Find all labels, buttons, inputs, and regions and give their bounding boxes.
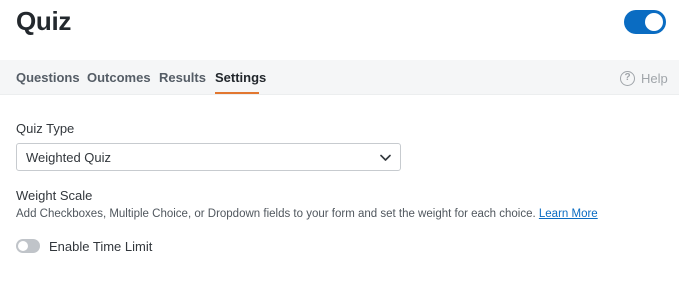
weight-scale-description: Add Checkboxes, Multiple Choice, or Drop… [16,208,598,220]
chevron-down-icon [380,154,391,161]
active-tab-indicator [215,92,259,94]
question-circle-icon: ? [620,70,635,86]
quiz-type-label: Quiz Type [16,121,75,136]
tab-settings[interactable]: Settings [215,70,266,85]
tab-bar: Questions Outcomes Results Settings ? He… [0,60,679,95]
weight-scale-description-text: Add Checkboxes, Multiple Choice, or Drop… [16,208,536,220]
time-limit-label: Enable Time Limit [49,239,153,254]
tab-questions[interactable]: Questions [16,70,80,85]
page-header: Quiz [0,0,679,60]
toggle-knob [18,241,28,251]
quiz-type-select[interactable]: Weighted Quiz [16,143,401,171]
help-link[interactable]: ? Help [620,70,668,86]
learn-more-link[interactable]: Learn More [539,208,598,220]
help-label: Help [641,70,668,86]
quiz-type-selected-value: Weighted Quiz [26,150,112,165]
page-title: Quiz [16,6,72,36]
toggle-knob [645,13,663,31]
tab-results[interactable]: Results [159,70,206,85]
tab-outcomes[interactable]: Outcomes [87,70,151,85]
weight-scale-label: Weight Scale [16,188,93,203]
quiz-enable-toggle[interactable] [624,10,666,34]
time-limit-toggle[interactable] [16,239,40,253]
